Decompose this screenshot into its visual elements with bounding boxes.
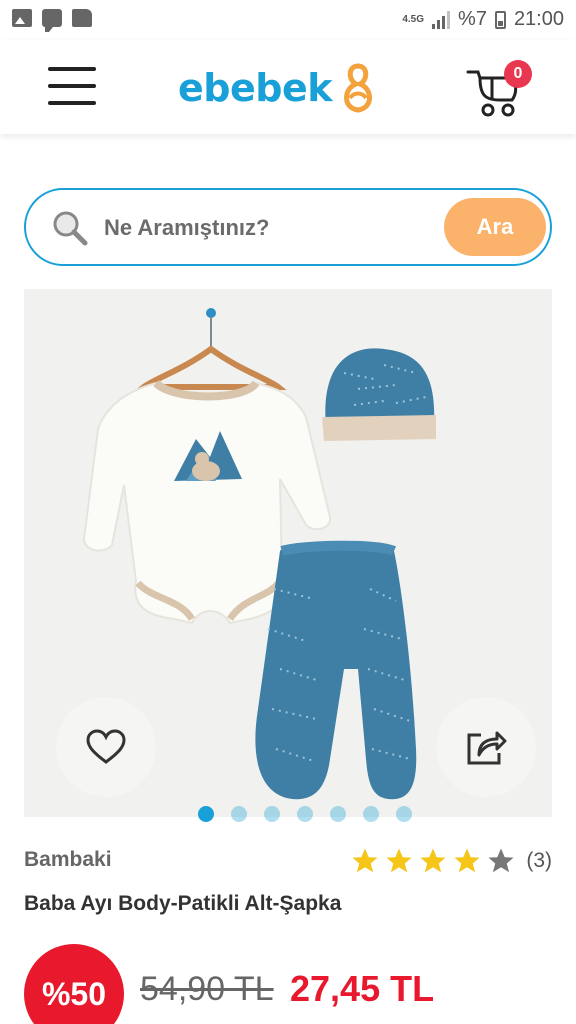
battery-icon [494, 10, 506, 29]
clock: 21:00 [513, 8, 564, 30]
gallery-pagination [198, 806, 412, 822]
search-button[interactable]: Ara [444, 198, 546, 256]
star-empty-icon [488, 848, 514, 873]
folder-icon [72, 9, 92, 27]
gallery-dot[interactable] [231, 806, 247, 822]
gallery-dot[interactable] [198, 806, 214, 822]
search-bar: Ara [24, 188, 552, 266]
search-input[interactable] [104, 210, 434, 246]
logo-mark-icon [344, 63, 372, 113]
gallery-dot[interactable] [363, 806, 379, 822]
favorite-button[interactable] [56, 697, 156, 797]
menu-icon-bar [48, 67, 96, 71]
status-bar: 4.5G %7 21:00 [0, 0, 576, 40]
star-icon [386, 848, 412, 873]
gallery-dot[interactable] [297, 806, 313, 822]
notification-icons [12, 9, 92, 32]
image-icon [12, 9, 32, 27]
star-icon [352, 848, 378, 873]
gallery-dot[interactable] [264, 806, 280, 822]
rating-count: (3) [526, 849, 552, 872]
heart-icon [86, 729, 126, 764]
share-icon [467, 731, 507, 765]
share-button[interactable] [436, 697, 536, 797]
system-status: 4.5G %7 21:00 [402, 8, 564, 31]
old-price: 54,90 TL [140, 970, 274, 1008]
search-icon [53, 211, 88, 246]
signal-icon [432, 10, 451, 29]
logo-text: ebebek [178, 66, 333, 110]
gallery-dot[interactable] [330, 806, 346, 822]
ebebek-logo[interactable]: ebebek [178, 62, 380, 114]
new-price: 27,45 TL [290, 968, 435, 1009]
gallery-dot[interactable] [396, 806, 412, 822]
star-icon [454, 848, 480, 873]
menu-button[interactable] [48, 67, 96, 105]
app-header: ebebek 0 [0, 40, 576, 134]
product-title: Baba Ayı Body-Patikli Alt-Şapka [24, 892, 342, 915]
product-rating[interactable]: (3) [350, 846, 552, 876]
cart-count-badge: 0 [504, 60, 532, 88]
star-icon [420, 848, 446, 873]
network-type: 4.5G [402, 13, 425, 25]
message-icon [42, 9, 62, 32]
discount-badge: %50 [24, 944, 124, 1024]
menu-icon-bar [48, 84, 96, 88]
menu-icon-bar [48, 101, 96, 105]
battery-percent: %7 [458, 8, 487, 30]
product-brand[interactable]: Bambaki [24, 848, 112, 872]
